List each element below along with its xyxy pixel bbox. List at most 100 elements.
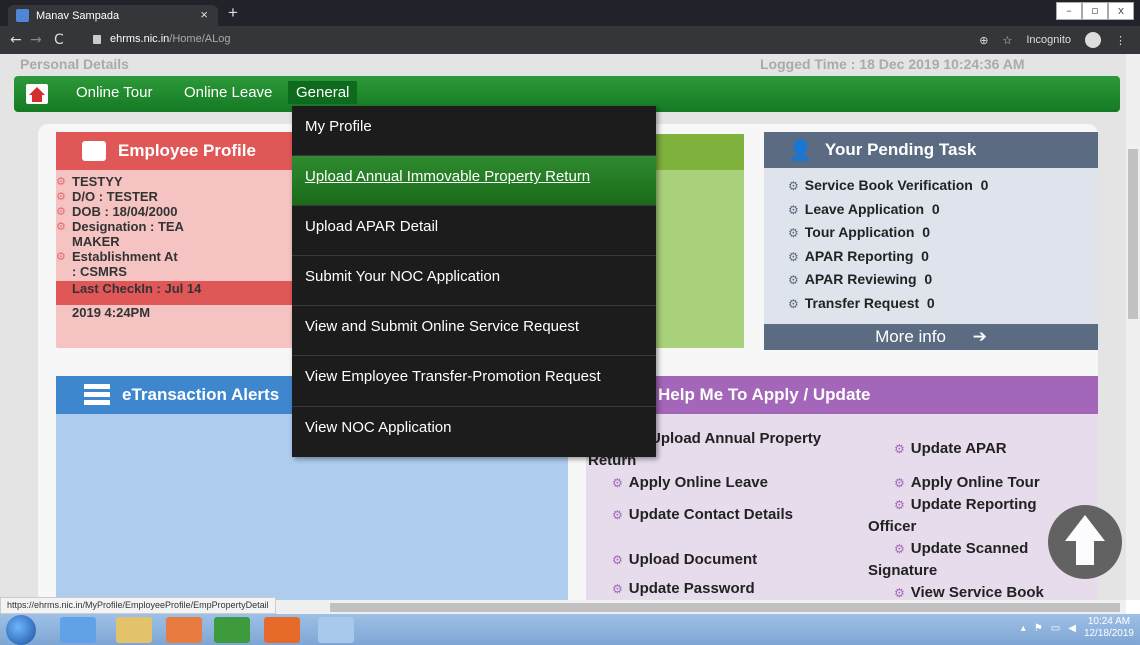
menu-kebab-icon[interactable]: ⋮ <box>1115 34 1126 47</box>
employee-profile-title: Employee Profile <box>118 141 256 160</box>
help-view-service-book-link[interactable]: ⚙ View Service Book <box>894 584 1044 600</box>
vertical-scroll-thumb[interactable] <box>1128 149 1138 319</box>
forward-icon[interactable]: → <box>30 32 42 48</box>
close-window-button[interactable]: x <box>1108 2 1134 20</box>
help-update-contact-link[interactable]: ⚙ Update Contact Details <box>612 506 793 523</box>
page-favicon-icon <box>16 9 29 22</box>
gear-icon: ⚙ <box>894 586 905 600</box>
reload-icon[interactable]: C <box>54 32 64 48</box>
home-icon[interactable] <box>26 84 48 104</box>
pending-item-count: 0 <box>980 177 989 193</box>
new-tab-icon[interactable]: + <box>228 3 238 23</box>
internet-explorer-icon[interactable] <box>60 617 96 643</box>
gear-icon: ⚙ <box>788 273 799 287</box>
browser-tabstrip: Manav Sampada × + – ▫ x <box>0 0 1140 26</box>
incognito-icon[interactable] <box>1085 32 1101 48</box>
menu-item-upload-property-return[interactable]: Upload Annual Immovable Property Return <box>292 156 656 207</box>
menu-item-upload-apar[interactable]: Upload APAR Detail <box>292 206 656 257</box>
help-update-signature-label: Update Scanned <box>910 540 1029 557</box>
nav-general[interactable]: General <box>288 81 358 104</box>
menu-item-my-profile[interactable]: My Profile <box>292 106 656 157</box>
clock[interactable]: 10:24 AM 12/18/2019 <box>1084 616 1134 640</box>
menu-item-submit-noc[interactable]: Submit Your NOC Application <box>292 256 656 307</box>
pending-item[interactable]: ⚙ Leave Application 0 <box>788 198 1098 222</box>
pending-item[interactable]: ⚙ Transfer Request 0 <box>788 292 1098 316</box>
gear-icon: ⚙ <box>612 553 623 567</box>
nav-online-tour[interactable]: Online Tour <box>76 84 152 101</box>
employee-establishment-cont: : CSMRS <box>72 264 127 279</box>
tab-close-icon[interactable]: × <box>200 7 208 22</box>
help-update-apar-link[interactable]: ⚙ Update APAR <box>894 440 1007 457</box>
status-url-bubble: https://ehrms.nic.in/MyProfile/EmployeeP… <box>0 597 276 614</box>
gear-icon: ⚙ <box>56 175 66 188</box>
personal-details-heading: Personal Details <box>20 56 129 72</box>
file-explorer-icon[interactable] <box>116 617 152 643</box>
help-apply-leave-label: Apply Online Leave <box>628 474 768 491</box>
more-info-link[interactable]: More info ➔ <box>764 324 1098 350</box>
tray-network-icon[interactable]: ▭ <box>1051 623 1060 634</box>
help-upload-document-link[interactable]: ⚙ Upload Document <box>612 551 757 568</box>
gear-icon: ⚙ <box>788 249 799 264</box>
horizontal-scroll-thumb[interactable] <box>330 603 1120 612</box>
general-dropdown-menu: My Profile Upload Annual Immovable Prope… <box>292 106 656 457</box>
help-update-signature-link[interactable]: ⚙ Update Scanned <box>894 540 1028 557</box>
gear-icon: ⚙ <box>894 476 905 490</box>
paint-icon[interactable] <box>318 617 354 643</box>
pending-item-label: Transfer Request <box>804 294 920 311</box>
lock-icon <box>93 35 101 44</box>
help-update-reporting-link[interactable]: ⚙ Update Reporting <box>894 496 1037 513</box>
pending-item-label: Tour Application <box>804 224 915 240</box>
employee-dob: DOB : 18/04/2000 <box>72 204 178 219</box>
firefox-icon[interactable] <box>264 617 300 643</box>
pending-item[interactable]: ⚙ APAR Reviewing 0 <box>788 268 1098 292</box>
system-tray: ▴ ⚑ ▭ ◀ 10:24 AM 12/18/2019 <box>1021 616 1134 640</box>
gear-icon: ⚙ <box>56 190 66 203</box>
bookmark-star-icon[interactable]: ☆ <box>1002 34 1012 47</box>
help-update-password-link[interactable]: ⚙ Update Password <box>612 580 755 597</box>
start-button[interactable] <box>6 615 36 645</box>
pending-item[interactable]: ⚙ Service Book Verification 0 <box>788 174 1098 198</box>
tray-arrow-icon[interactable]: ▴ <box>1021 623 1026 634</box>
pending-item[interactable]: ⚙ Tour Application 0 <box>788 221 1098 245</box>
menu-item-view-noc[interactable]: View NOC Application <box>292 407 656 457</box>
zoom-icon[interactable]: ⊕ <box>979 34 988 47</box>
menu-item-transfer-promotion[interactable]: View Employee Transfer-Promotion Request <box>292 356 656 407</box>
vertical-scrollbar[interactable] <box>1126 54 1140 600</box>
gear-icon: ⚙ <box>788 179 799 193</box>
clock-date: 12/18/2019 <box>1083 628 1134 639</box>
help-update-password-label: Update Password <box>628 580 755 597</box>
pending-item[interactable]: ⚙ APAR Reporting 0 <box>788 245 1098 269</box>
tray-volume-icon[interactable]: ◀ <box>1068 623 1076 634</box>
browser-tab[interactable]: Manav Sampada × <box>8 5 218 26</box>
pending-item-label: Leave Application <box>804 200 925 217</box>
pending-item-label: APAR Reviewing <box>804 271 917 287</box>
help-apply-leave-link[interactable]: ⚙ Apply Online Leave <box>612 474 768 491</box>
last-checkin-line2: 2019 4:24PM <box>72 305 151 320</box>
url-field[interactable]: ehrms.nic.in/Home/ALog <box>110 33 230 45</box>
help-upload-annual-link[interactable]: Upload Annual Property <box>650 430 821 447</box>
nav-online-leave[interactable]: Online Leave <box>184 84 272 101</box>
employee-profile-body: ⚙ TESTYY ⚙ D/O : TESTER ⚙ DOB : 18/04/2000 … <box>56 170 292 320</box>
chrome-icon[interactable] <box>214 617 250 643</box>
employee-profile-card: Employee Profile ⚙ TESTYY ⚙ D/O : TESTER ⚙… <box>56 132 292 348</box>
gear-icon: ⚙ <box>56 205 66 218</box>
pending-item-label: Service Book Verification <box>804 177 973 193</box>
menu-item-service-request[interactable]: View and Submit Online Service Request <box>292 306 656 357</box>
tab-title: Manav Sampada <box>36 9 120 22</box>
gear-icon: ⚙ <box>894 542 905 556</box>
help-apply-tour-link[interactable]: ⚙ Apply Online Tour <box>894 474 1040 491</box>
gear-icon: ⚙ <box>788 202 799 217</box>
help-update-reporting-label: Update Reporting <box>910 496 1037 513</box>
minimize-button[interactable]: – <box>1056 2 1082 20</box>
gear-icon: ⚙ <box>56 250 66 263</box>
tray-flag-icon[interactable]: ⚑ <box>1034 623 1043 634</box>
pending-item-count: 0 <box>922 224 930 240</box>
pending-task-header: 👤 Your Pending Task <box>764 132 1098 168</box>
scroll-to-top-icon[interactable] <box>1048 505 1122 579</box>
clock-time: 10:24 AM <box>1087 616 1131 627</box>
employee-do: D/O : TESTER <box>72 189 158 204</box>
restore-button[interactable]: ▫ <box>1082 2 1108 20</box>
employee-establishment: Establishment At <box>72 249 178 264</box>
back-icon[interactable]: ← <box>10 32 22 48</box>
media-player-icon[interactable] <box>166 617 202 643</box>
